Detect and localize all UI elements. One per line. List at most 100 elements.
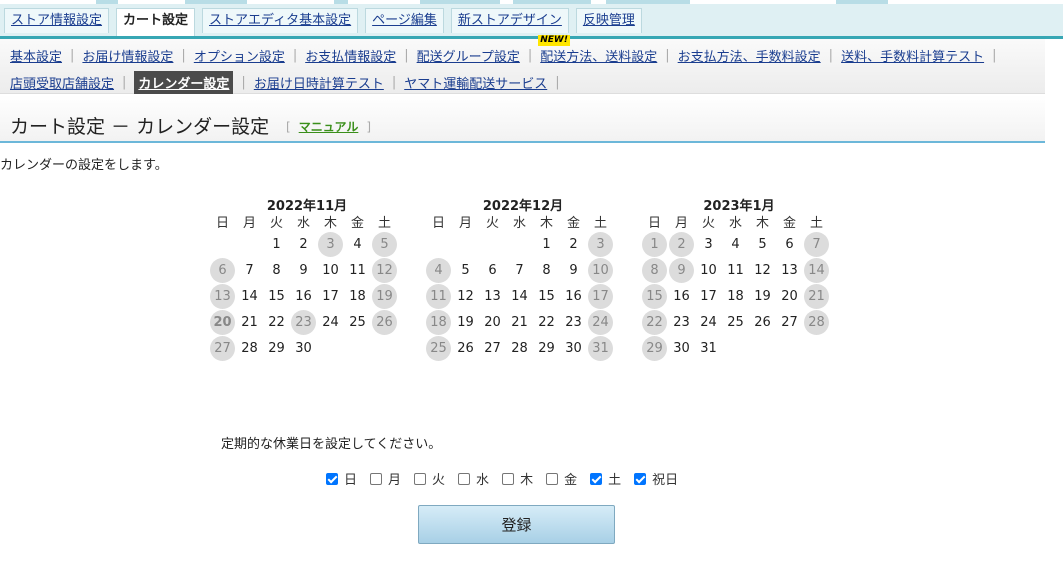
weekday-header-row: 日月火水木金土: [209, 212, 398, 231]
calendar-day-number: 24: [588, 309, 613, 335]
calendar-day-number: 19: [372, 283, 397, 309]
holiday-option[interactable]: 木: [502, 469, 533, 488]
calendar-day-number: 10: [588, 257, 613, 283]
page-description: カレンダーの設定をします。: [0, 158, 168, 173]
weekday-header-row: 日月火水木金土: [641, 212, 830, 231]
calendar-day-number: 15: [268, 288, 285, 304]
calendar-day: 11: [344, 257, 371, 283]
calendar-day-number: 21: [804, 283, 829, 309]
calendar-week-row: 4 5 6 7 8 9 10: [425, 257, 614, 283]
calendar-day: 4: [425, 257, 452, 283]
holiday-option[interactable]: 金: [546, 469, 577, 488]
calendar-day-number: 23: [673, 314, 690, 330]
calendar-day: 15: [263, 283, 290, 309]
calendar-day-number: 22: [538, 314, 555, 330]
holiday-checkbox-label: 月: [388, 473, 402, 488]
holiday-checkbox[interactable]: [326, 472, 338, 485]
holiday-option[interactable]: 日: [326, 469, 357, 488]
subnav-delivery-group[interactable]: 配送グループ設定: [417, 46, 520, 65]
tab-new-store-design[interactable]: 新ストアデザイン: [450, 8, 569, 33]
calendar-day-number: 5: [758, 236, 767, 252]
subnav-fee-test[interactable]: 送料、手数料計算テスト: [841, 46, 984, 65]
subnav-yamato-service[interactable]: ヤマト運輸配送サービス: [404, 73, 547, 92]
calendar-day: 29: [533, 335, 560, 361]
calendar-day: 19: [749, 283, 776, 309]
holiday-checkbox-label: 木: [520, 473, 534, 488]
calendar-day: 21: [506, 309, 533, 335]
weekday-header: 月: [242, 216, 256, 231]
subnav-shipping-method[interactable]: 配送方法、送料設定: [540, 50, 657, 65]
calendar-day: 30: [668, 335, 695, 361]
weekday-header: 木: [539, 216, 553, 231]
separator: |: [181, 48, 186, 63]
holiday-checkbox[interactable]: [502, 472, 515, 485]
holiday-option[interactable]: 水: [458, 469, 489, 488]
calendar-day: 13: [776, 257, 803, 283]
tab-cart-settings[interactable]: カート設定: [116, 8, 196, 36]
calendar-day: 15: [533, 283, 560, 309]
calendar-day: 20: [479, 309, 506, 335]
calendar-day-number: 18: [426, 309, 451, 335]
register-button[interactable]: 登録: [418, 505, 615, 544]
subnav-calendar-settings[interactable]: カレンダー設定: [134, 71, 234, 94]
calendar-day: 11: [425, 283, 452, 309]
holiday-checkbox[interactable]: [458, 472, 471, 485]
tab-store-editor-basic[interactable]: ストアエディタ基本設定: [202, 8, 359, 33]
calendar-day-number: 23: [565, 314, 582, 330]
calendar-day-number: 17: [700, 288, 717, 304]
subnav-payment-info[interactable]: お支払情報設定: [305, 46, 396, 65]
calendar-day: 6: [776, 231, 803, 257]
tab-page-edit[interactable]: ページ編集: [365, 8, 444, 33]
holiday-checkbox[interactable]: [414, 472, 427, 485]
calendar-day: 9: [560, 257, 587, 283]
calendar-day-number: 24: [700, 314, 717, 330]
calendar-day-number: 10: [700, 262, 717, 278]
holiday-checkbox[interactable]: [634, 472, 647, 485]
subnav-option-settings[interactable]: オプション設定: [194, 46, 285, 65]
calendar-day-number: 17: [588, 283, 613, 309]
calendar-day: 7: [803, 231, 830, 257]
calendar-week-row: 20 21 22 23 24 25 26: [209, 309, 398, 335]
subnav-payment-method[interactable]: お支払方法、手数料設定: [678, 46, 821, 65]
calendar-day-number: 7: [804, 231, 829, 257]
tab-publish-management[interactable]: 反映管理: [575, 8, 642, 33]
holiday-option[interactable]: 月: [370, 469, 401, 488]
calendar-day: 3: [587, 231, 614, 257]
subnav-delivery-date-test[interactable]: お届け日時計算テスト: [254, 73, 384, 92]
subnav-delivery-info[interactable]: お届け情報設定: [82, 46, 173, 65]
calendar-day: 30: [290, 335, 317, 361]
holiday-checkbox[interactable]: [590, 472, 603, 485]
tab-store-info[interactable]: ストア情報設定: [4, 8, 110, 33]
calendar-day: 10: [587, 257, 614, 283]
subnav-basic-settings[interactable]: 基本設定: [10, 46, 62, 65]
holiday-option[interactable]: 火: [414, 469, 445, 488]
calendar-day-number: 11: [727, 262, 744, 278]
calendar-day-number: 4: [731, 236, 740, 252]
calendar-day-number: 27: [781, 314, 798, 330]
calendar-day-number: 13: [210, 283, 235, 309]
weekday-header: 木: [323, 216, 337, 231]
calendar-empty-cell: [722, 335, 749, 361]
holiday-checkbox[interactable]: [546, 472, 559, 485]
calendar-day: 4: [722, 231, 749, 257]
regular-holiday-checkboxes: 日 月 火 水 木 金 土 祝日: [326, 469, 691, 488]
calendar-caption: 2022年12月: [482, 199, 564, 214]
holiday-option[interactable]: 土: [590, 469, 621, 488]
calendar-day-number: 22: [268, 314, 285, 330]
weekday-header: 金: [566, 216, 580, 231]
calendar-day: 3: [317, 231, 344, 257]
manual-link[interactable]: マニュアル: [299, 120, 359, 134]
calendar-week-row: 29 30 31: [641, 335, 830, 361]
calendar-day-number: 6: [210, 257, 235, 283]
holiday-checkbox-label: 火: [432, 473, 446, 488]
calendar-day-number: 9: [569, 262, 578, 278]
calendar-caption: 2022年11月: [266, 199, 348, 214]
calendar-day: 31: [587, 335, 614, 361]
weekday-header: 水: [296, 216, 310, 231]
calendar-day-number: 25: [426, 335, 451, 361]
separator: |: [665, 48, 670, 63]
subnav-store-pickup[interactable]: 店頭受取店舗設定: [10, 73, 114, 92]
calendar-day: 4: [344, 231, 371, 257]
holiday-checkbox[interactable]: [370, 472, 383, 485]
holiday-option[interactable]: 祝日: [634, 469, 678, 488]
